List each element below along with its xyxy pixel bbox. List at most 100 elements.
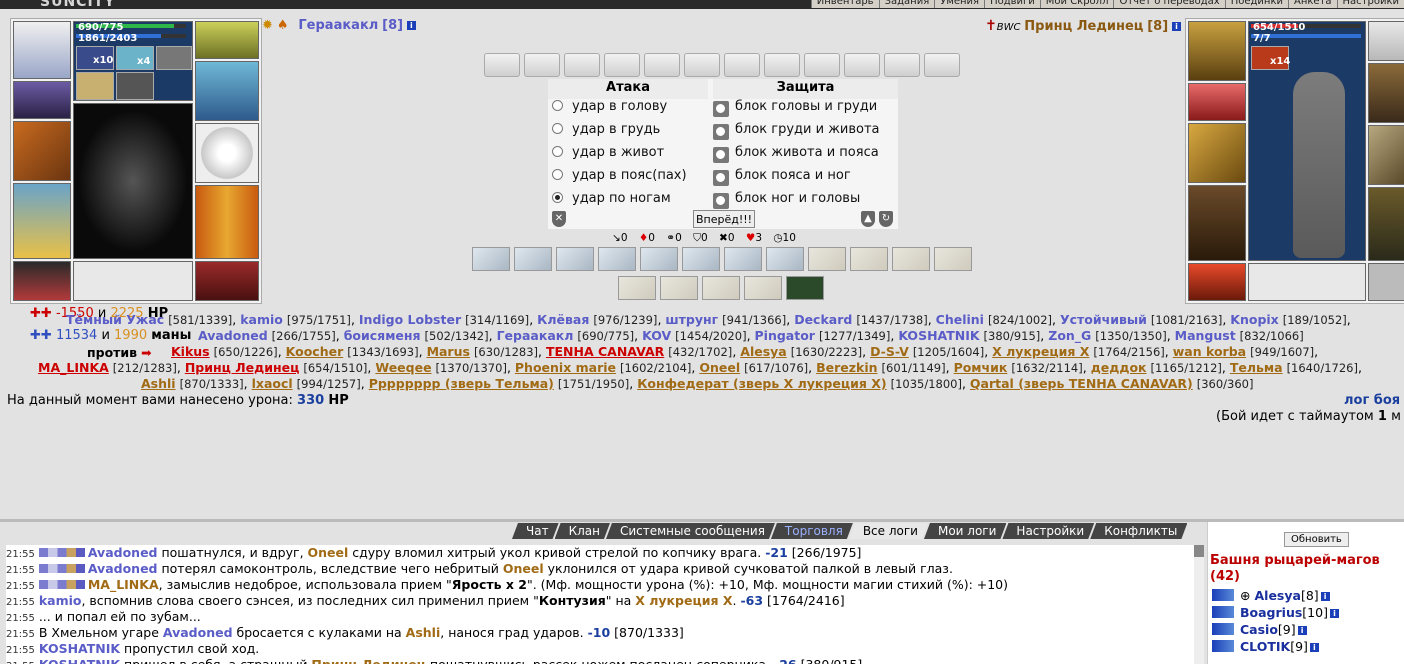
info-icon[interactable]: i [406, 21, 416, 30]
radio-button[interactable] [552, 123, 563, 134]
radio-button[interactable] [552, 192, 563, 203]
scroll-slot[interactable] [764, 53, 800, 77]
chat-tab[interactable]: Конфликты [1090, 523, 1187, 539]
radio-button[interactable] [552, 169, 563, 180]
combatant-name[interactable]: Рррррррр (зверь Тельма) [369, 376, 554, 391]
defense-radio[interactable] [713, 147, 729, 163]
top-menu-item[interactable]: Настройки [1336, 0, 1404, 8]
log-name[interactable]: Oneel [308, 545, 349, 560]
radio-button[interactable] [715, 195, 726, 206]
log-name[interactable]: Ashli [406, 625, 441, 640]
combatant-name[interactable]: TENHA CANAVAR [546, 344, 664, 359]
top-menu-item[interactable]: Поединки [1224, 0, 1288, 8]
player-left-name[interactable]: Гераакакл [298, 18, 378, 33]
gloves-slot[interactable] [195, 61, 259, 121]
radio-button[interactable] [715, 172, 726, 183]
combatant-name[interactable]: Indigo Lobster [359, 312, 461, 327]
log-name[interactable]: Avadoned [163, 625, 233, 640]
top-menu-item[interactable]: Отчет о переводах [1113, 0, 1225, 8]
combatant-name[interactable]: wan korba [1173, 344, 1246, 359]
effect-icon[interactable] [76, 72, 114, 100]
attack-option[interactable]: удар по ногам [552, 191, 671, 206]
scroll-slot[interactable] [564, 53, 600, 77]
log-name[interactable]: kamio [39, 593, 82, 608]
info-icon[interactable]: i [1320, 592, 1330, 601]
member-name[interactable]: CLOTIK [1240, 639, 1290, 654]
skill-slot[interactable] [766, 247, 804, 271]
effect-icon[interactable]: x14 [1251, 46, 1290, 70]
forward-button[interactable]: Вперёд!!! [693, 210, 756, 228]
combatant-name[interactable]: KOSHATNIK [898, 328, 979, 343]
skill-slot[interactable] [850, 247, 888, 271]
defense-option[interactable]: блок ног и головы [713, 191, 860, 209]
combatant-name[interactable]: Mangust [1175, 328, 1236, 343]
scroll-slot[interactable] [604, 53, 640, 77]
combatant-name[interactable]: Chelini [936, 312, 984, 327]
battle-log-link[interactable]: лог боя [1344, 393, 1400, 408]
bracer-slot[interactable] [1188, 83, 1246, 121]
combatant-name[interactable]: Weeqee [375, 360, 431, 375]
combatant-name[interactable]: Принц Лединец [185, 360, 300, 375]
scroll-slot[interactable] [644, 53, 680, 77]
scroll-thumb[interactable] [1194, 545, 1204, 557]
combatant-name[interactable]: Клёвая [537, 312, 589, 327]
attack-option[interactable]: удар в живот [552, 145, 664, 160]
radio-button[interactable] [715, 149, 726, 160]
combatant-name[interactable]: MA_LINKA [38, 360, 109, 375]
bracer-slot[interactable] [13, 81, 71, 119]
attack-option[interactable]: удар в грудь [552, 122, 660, 137]
defense-radio[interactable] [713, 193, 729, 209]
arrow-icon[interactable] [1212, 640, 1234, 652]
boots-slot[interactable] [195, 261, 259, 301]
radio-button[interactable] [715, 126, 726, 137]
skill-slot[interactable] [514, 247, 552, 271]
boots-slot[interactable] [1368, 263, 1404, 301]
attack-option[interactable]: удар в голову [552, 99, 667, 114]
combatant-name[interactable]: Berezkin [816, 360, 877, 375]
log-name[interactable]: Avadoned [88, 561, 158, 576]
skill-slot[interactable] [640, 247, 678, 271]
player-avatar[interactable] [73, 103, 193, 259]
combatant-name[interactable]: Тельма [1230, 360, 1283, 375]
member-item[interactable]: Casio[9] i [1212, 622, 1307, 637]
amulet-slot[interactable] [195, 21, 259, 59]
log-name[interactable]: MA_LINKA [88, 577, 159, 592]
combatant-name[interactable]: D-S-V [870, 344, 909, 359]
info-icon[interactable]: i [1172, 22, 1181, 31]
skill-slot[interactable] [934, 247, 972, 271]
defense-option[interactable]: блок груди и живота [713, 122, 880, 140]
skill-slot[interactable] [598, 247, 636, 271]
combatant-name[interactable]: боисяменя [344, 328, 421, 343]
top-menu-item[interactable]: Анкета [1287, 0, 1337, 8]
weapon-slot[interactable] [13, 121, 71, 181]
log-name[interactable]: X лукреция X [635, 593, 732, 608]
scroll-slot[interactable] [484, 53, 520, 77]
combatant-name[interactable]: X лукреция X [992, 344, 1089, 359]
scroll-slot[interactable] [804, 53, 840, 77]
helmet-slot[interactable] [13, 21, 71, 79]
armor-slot[interactable] [13, 183, 71, 259]
combatant-name[interactable]: Устойчивый [1060, 312, 1147, 327]
combatant-name[interactable]: Zon_G [1048, 328, 1091, 343]
scroll-slot[interactable] [924, 53, 960, 77]
combatant-name[interactable]: Qartal (зверь TENHA CANAVAR) [970, 376, 1193, 391]
chat-tab[interactable]: Мои логи [924, 523, 1006, 539]
combatant-name[interactable]: Конфедерат (зверь X лукреция X) [637, 376, 886, 391]
skill-slot[interactable] [744, 276, 782, 300]
combatant-name[interactable]: Deckard [794, 312, 852, 327]
combatant-name[interactable]: Knopix [1230, 312, 1278, 327]
info-icon[interactable]: i [1329, 609, 1339, 618]
weapon-slot[interactable] [1188, 123, 1246, 183]
belt-slot[interactable] [13, 261, 71, 301]
combatant-name[interactable]: Alesya [740, 344, 786, 359]
effect-icon[interactable]: x4 [116, 46, 154, 70]
log-name[interactable]: KOSHATNIK [39, 641, 120, 656]
scroll-slot[interactable] [724, 53, 760, 77]
member-item[interactable]: CLOTIK[9] i [1212, 639, 1319, 654]
combatant-name[interactable]: Avadoned [198, 328, 268, 343]
chat-tab[interactable]: Клан [555, 523, 610, 539]
log-name[interactable]: Avadoned [88, 545, 158, 560]
combatant-name[interactable]: lxaocl [252, 376, 293, 391]
combatant-name[interactable]: штрунг [665, 312, 718, 327]
skill-slot[interactable] [682, 247, 720, 271]
